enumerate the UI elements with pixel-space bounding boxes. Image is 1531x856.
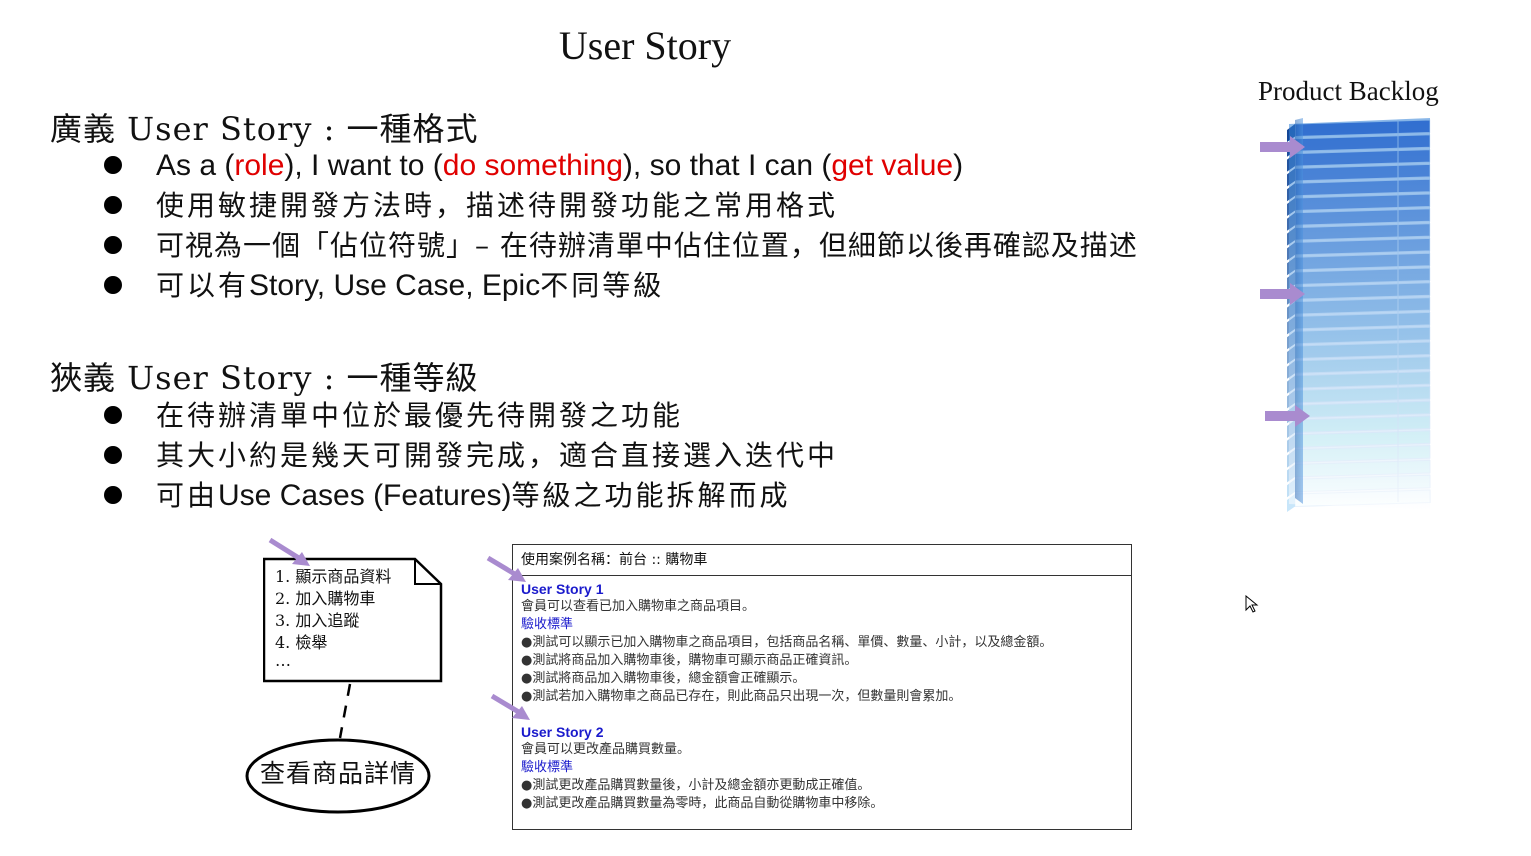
product-backlog-label: Product Backlog: [1258, 76, 1439, 106]
bullet-dot: [104, 195, 122, 214]
bullet-format: As a (role), I want to (do something), s…: [104, 146, 963, 186]
use-case-panel: 使用案例名稱：前台 :: 購物車 User Story 1 會員可以查看已加入購…: [512, 544, 1132, 830]
bullet-placeholder: 可視為一個「佔位符號」– 在待辦清單中佔住位置，但細節以後再確認及描述: [104, 226, 1138, 266]
bullet-dot: [104, 235, 122, 254]
story1-arrow: [486, 555, 526, 582]
note-line: …: [275, 651, 291, 670]
note-lines: 1. 顯示商品資料 2. 加入購物車 3. 加入追蹤 4. 檢舉 …: [275, 566, 391, 670]
story1-test: ●測試若加入購物車之商品已存在，則此商品只出現一次，但數量則會累加。: [521, 689, 962, 704]
story2-criteria-label: 驗收標準: [521, 760, 574, 775]
narrow-heading: 狹義 User Story : 一種等級: [50, 359, 479, 397]
use-case-oval: 查看商品詳情: [244, 737, 432, 815]
bullet-dot: [104, 445, 122, 464]
story2-title: User Story 2: [521, 724, 604, 740]
bullet-common-format: 使用敏捷開發方法時，描述待開發功能之常用格式: [104, 186, 838, 226]
bullet-priority: 在待辦清單中位於最優先待開發之功能: [104, 396, 683, 436]
dashed-connector: [338, 683, 352, 739]
story1-test: ●測試將商品加入購物車後，購物車可顯示商品正確資訊。: [521, 653, 858, 668]
broad-heading: 廣義 User Story : 一種格式: [50, 110, 479, 148]
story2-test: ●測試更改產品購買數量為零時，此商品自動從購物車中移除。: [521, 796, 884, 811]
story2-test: ●測試更改產品購買數量後，小計及總金額亦更動成正確值。: [521, 778, 871, 793]
bullet-dot: [104, 155, 122, 174]
story1-desc: 會員可以查看已加入購物車之商品項目。: [521, 599, 756, 614]
note-line: 4. 檢舉: [275, 633, 328, 652]
panel-header: 使用案例名稱：前台 :: 購物車: [513, 545, 1131, 576]
bullet-decompose: 可由Use Cases (Features)等級之功能拆解而成: [104, 476, 790, 516]
use-case-label: 查看商品詳情: [259, 759, 416, 788]
note-line: 2. 加入購物車: [275, 589, 376, 608]
mouse-cursor-icon: [1245, 595, 1259, 613]
slide-title: User Story: [558, 23, 732, 68]
story2-arrow: [490, 693, 530, 720]
bullet-dot: [104, 275, 122, 294]
story1-test: ●測試將商品加入購物車後，總金額會正確顯示。: [521, 671, 806, 686]
product-backlog-stack-icon: [1260, 118, 1431, 512]
bullet-dot: [104, 485, 122, 504]
note-arrow: [268, 537, 310, 566]
story1-title: User Story 1: [521, 581, 604, 597]
bullet-levels: 可以有Story, Use Case, Epic不同等級: [104, 266, 664, 306]
story1-test: ●測試可以顯示已加入購物車之商品項目，包括商品名稱、單價、數量、小計，以及總金額…: [521, 635, 1053, 650]
bullet-dot: [104, 405, 122, 424]
story1-criteria-label: 驗收標準: [521, 617, 574, 632]
note-line: 3. 加入追蹤: [275, 611, 360, 630]
story2-desc: 會員可以更改產品購買數量。: [521, 742, 691, 757]
bullet-size: 其大小約是幾天可開發完成，適合直接選入迭代中: [104, 436, 838, 476]
